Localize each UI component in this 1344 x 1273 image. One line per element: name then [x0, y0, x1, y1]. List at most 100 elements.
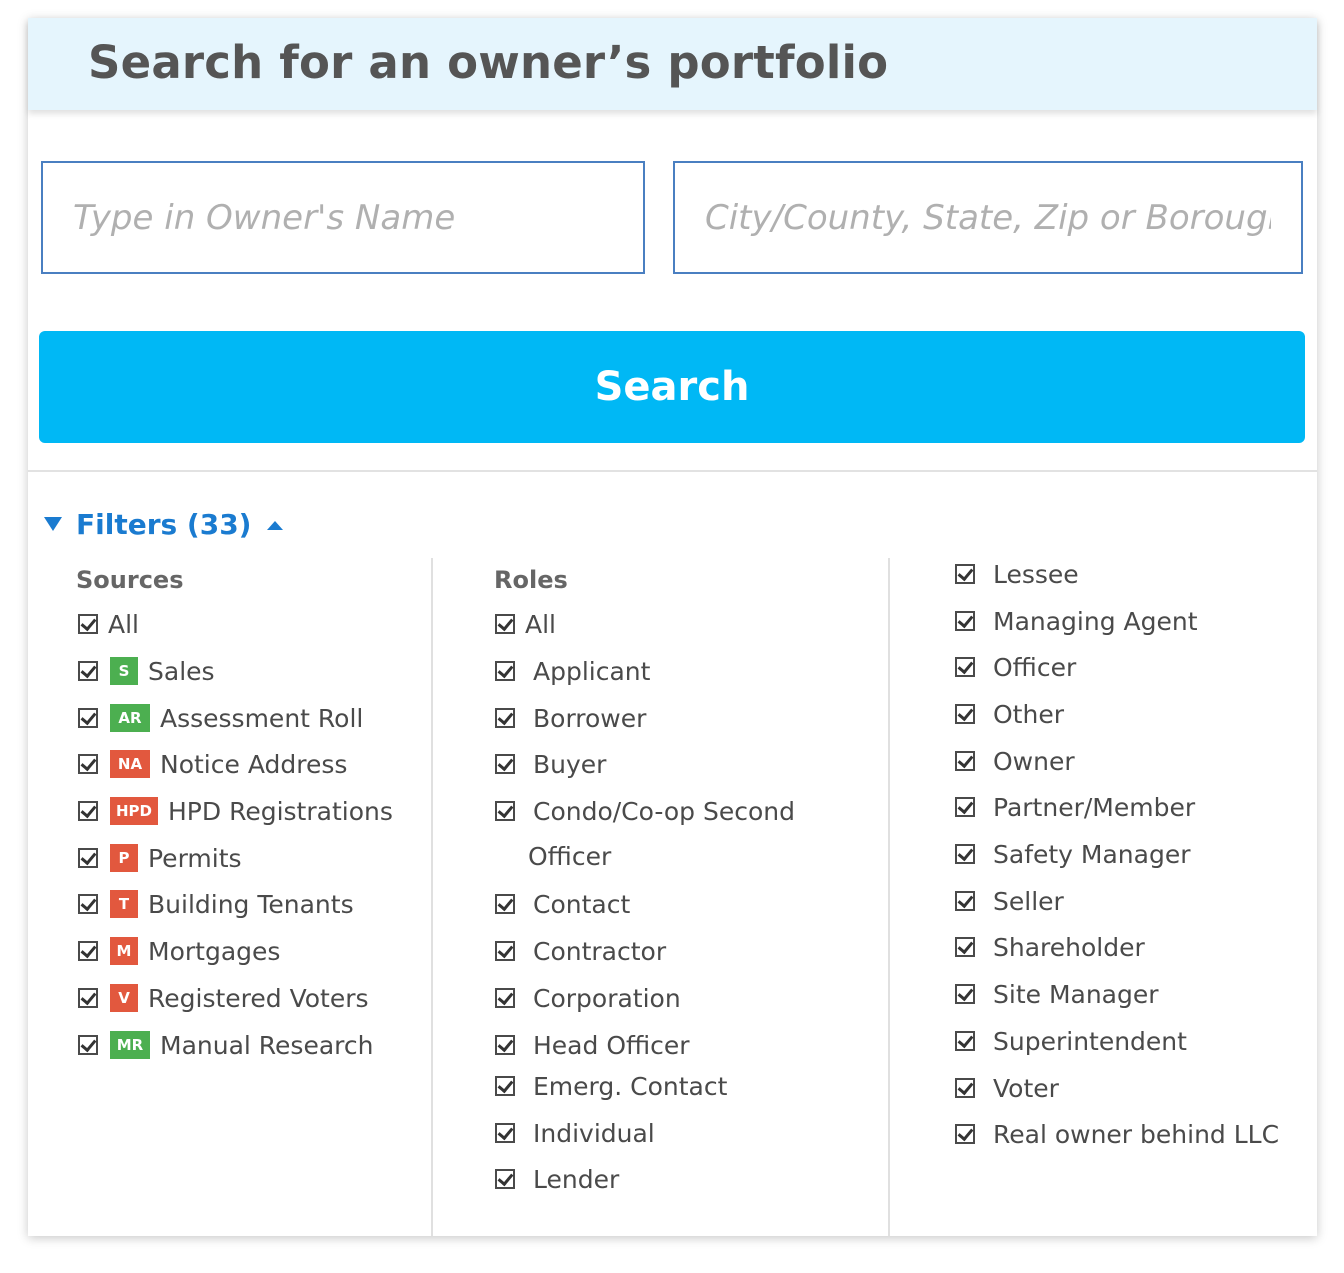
role-checkbox-item[interactable]: Applicant: [495, 653, 650, 689]
source-checkbox-item[interactable]: T Building Tenants: [78, 886, 354, 922]
checkbox-checked-icon[interactable]: [955, 1078, 975, 1098]
source-label: HPD Registrations: [168, 796, 393, 826]
source-checkbox-item[interactable]: M Mortgages: [78, 933, 280, 969]
source-label: Building Tenants: [148, 889, 354, 919]
role-label: Partner/Member: [993, 792, 1196, 822]
role-label: Superintendent: [993, 1026, 1187, 1056]
role-checkbox-item[interactable]: Contact: [495, 886, 630, 922]
checkbox-checked-icon[interactable]: [955, 937, 975, 957]
role-label: Managing Agent: [993, 606, 1198, 636]
source-checkbox-item[interactable]: NA Notice Address: [78, 746, 347, 782]
role-checkbox-item[interactable]: Voter: [955, 1070, 1059, 1106]
source-checkbox-item[interactable]: V Registered Voters: [78, 980, 369, 1016]
checkbox-checked-icon[interactable]: [495, 661, 515, 681]
role-checkbox-item[interactable]: Managing Agent: [955, 603, 1198, 639]
role-label: Contractor: [533, 936, 667, 966]
checkbox-checked-icon[interactable]: [495, 941, 515, 961]
header-bar: Search for an owner’s portfolio: [28, 18, 1317, 110]
source-label: Notice Address: [160, 749, 348, 779]
checkbox-checked-icon[interactable]: [78, 801, 98, 821]
checkbox-checked-icon[interactable]: [495, 614, 515, 634]
source-badge: NA: [110, 750, 150, 778]
role-checkbox-item[interactable]: Seller: [955, 883, 1064, 919]
role-checkbox-item[interactable]: Buyer: [495, 746, 606, 782]
role-checkbox-item[interactable]: Lender: [495, 1161, 619, 1197]
checkbox-checked-icon[interactable]: [78, 941, 98, 961]
source-label: Mortgages: [148, 936, 281, 966]
caret-up-icon: [267, 520, 284, 530]
checkbox-checked-icon[interactable]: [955, 657, 975, 677]
role-checkbox-item[interactable]: Corporation: [495, 980, 681, 1016]
checkbox-checked-icon[interactable]: [78, 708, 98, 728]
checkbox-checked-icon[interactable]: [495, 1076, 515, 1096]
role-checkbox-item[interactable]: Condo/Co-op Second: [495, 793, 795, 829]
source-checkbox-item[interactable]: HPD HPD Registrations: [78, 793, 393, 829]
source-badge: AR: [110, 704, 150, 732]
source-checkbox-item[interactable]: P Permits: [78, 840, 242, 876]
checkbox-checked-icon[interactable]: [955, 984, 975, 1004]
role-checkbox-item[interactable]: Site Manager: [955, 976, 1159, 1012]
source-checkbox-item[interactable]: AR Assessment Roll: [78, 700, 363, 736]
checkbox-checked-icon[interactable]: [495, 801, 515, 821]
role-checkbox-item[interactable]: Contractor: [495, 933, 666, 969]
checkbox-checked-icon[interactable]: [495, 708, 515, 728]
checkbox-checked-icon[interactable]: [955, 611, 975, 631]
filters-toggle[interactable]: Filters (33): [44, 504, 284, 544]
source-label: Permits: [148, 843, 242, 873]
role-checkbox-item[interactable]: Owner: [955, 743, 1075, 779]
role-checkbox-item[interactable]: Partner/Member: [955, 789, 1195, 825]
role-checkbox-item[interactable]: Other: [955, 696, 1064, 732]
role-checkbox-item[interactable]: Real owner behind LLC: [955, 1116, 1279, 1152]
source-checkbox-item[interactable]: MR Manual Research: [78, 1027, 373, 1063]
checkbox-checked-icon[interactable]: [495, 1169, 515, 1189]
checkbox-checked-icon[interactable]: [78, 614, 98, 634]
checkbox-checked-icon[interactable]: [78, 1035, 98, 1055]
source-badge: HPD: [110, 797, 158, 825]
role-label: Officer: [993, 652, 1077, 682]
checkbox-checked-icon[interactable]: [495, 1035, 515, 1055]
role-checkbox-item[interactable]: Borrower: [495, 700, 646, 736]
checkbox-checked-icon[interactable]: [955, 844, 975, 864]
source-checkbox-item[interactable]: S Sales: [78, 653, 215, 689]
checkbox-checked-icon[interactable]: [955, 751, 975, 771]
role-checkbox-item[interactable]: Individual: [495, 1115, 655, 1151]
source-badge: T: [110, 890, 138, 918]
location-input[interactable]: [673, 161, 1303, 274]
source-badge: M: [110, 937, 138, 965]
checkbox-checked-icon[interactable]: [955, 1031, 975, 1051]
checkbox-checked-icon[interactable]: [955, 564, 975, 584]
role-label: Owner: [993, 746, 1075, 776]
checkbox-checked-icon[interactable]: [78, 988, 98, 1008]
role-checkbox-item[interactable]: Lessee: [955, 556, 1079, 592]
owner-name-input[interactable]: [41, 161, 645, 274]
search-button[interactable]: Search: [39, 331, 1305, 443]
checkbox-checked-icon[interactable]: [955, 704, 975, 724]
source-badge: MR: [110, 1031, 150, 1059]
role-checkbox-item[interactable]: Officer: [955, 649, 1076, 685]
role-checkbox-item[interactable]: Shareholder: [955, 929, 1145, 965]
role-checkbox-item[interactable]: Safety Manager: [955, 836, 1191, 872]
role-label: Condo/Co-op Second: [533, 796, 795, 826]
role-label: Borrower: [533, 703, 647, 733]
role-checkbox-all[interactable]: All: [495, 606, 556, 642]
checkbox-checked-icon[interactable]: [495, 1123, 515, 1143]
checkbox-checked-icon[interactable]: [78, 848, 98, 868]
role-checkbox-item[interactable]: Head Officer: [495, 1027, 690, 1063]
checkbox-checked-icon[interactable]: [495, 894, 515, 914]
checkbox-checked-icon[interactable]: [495, 988, 515, 1008]
role-label: Individual: [533, 1118, 655, 1148]
checkbox-checked-icon[interactable]: [78, 754, 98, 774]
role-checkbox-item[interactable]: Superintendent: [955, 1023, 1187, 1059]
role-label: Corporation: [533, 983, 681, 1013]
role-checkbox-item[interactable]: Emerg. Contact: [495, 1068, 727, 1104]
checkbox-checked-icon[interactable]: [955, 891, 975, 911]
source-checkbox-all[interactable]: All: [78, 606, 139, 642]
page-title: Search for an owner’s portfolio: [88, 36, 889, 89]
role-label: Voter: [993, 1073, 1059, 1103]
checkbox-checked-icon[interactable]: [78, 894, 98, 914]
checkbox-checked-icon[interactable]: [78, 661, 98, 681]
checkbox-checked-icon[interactable]: [495, 754, 515, 774]
checkbox-checked-icon[interactable]: [955, 1124, 975, 1144]
checkbox-checked-icon[interactable]: [955, 797, 975, 817]
role-label: Other: [993, 699, 1064, 729]
